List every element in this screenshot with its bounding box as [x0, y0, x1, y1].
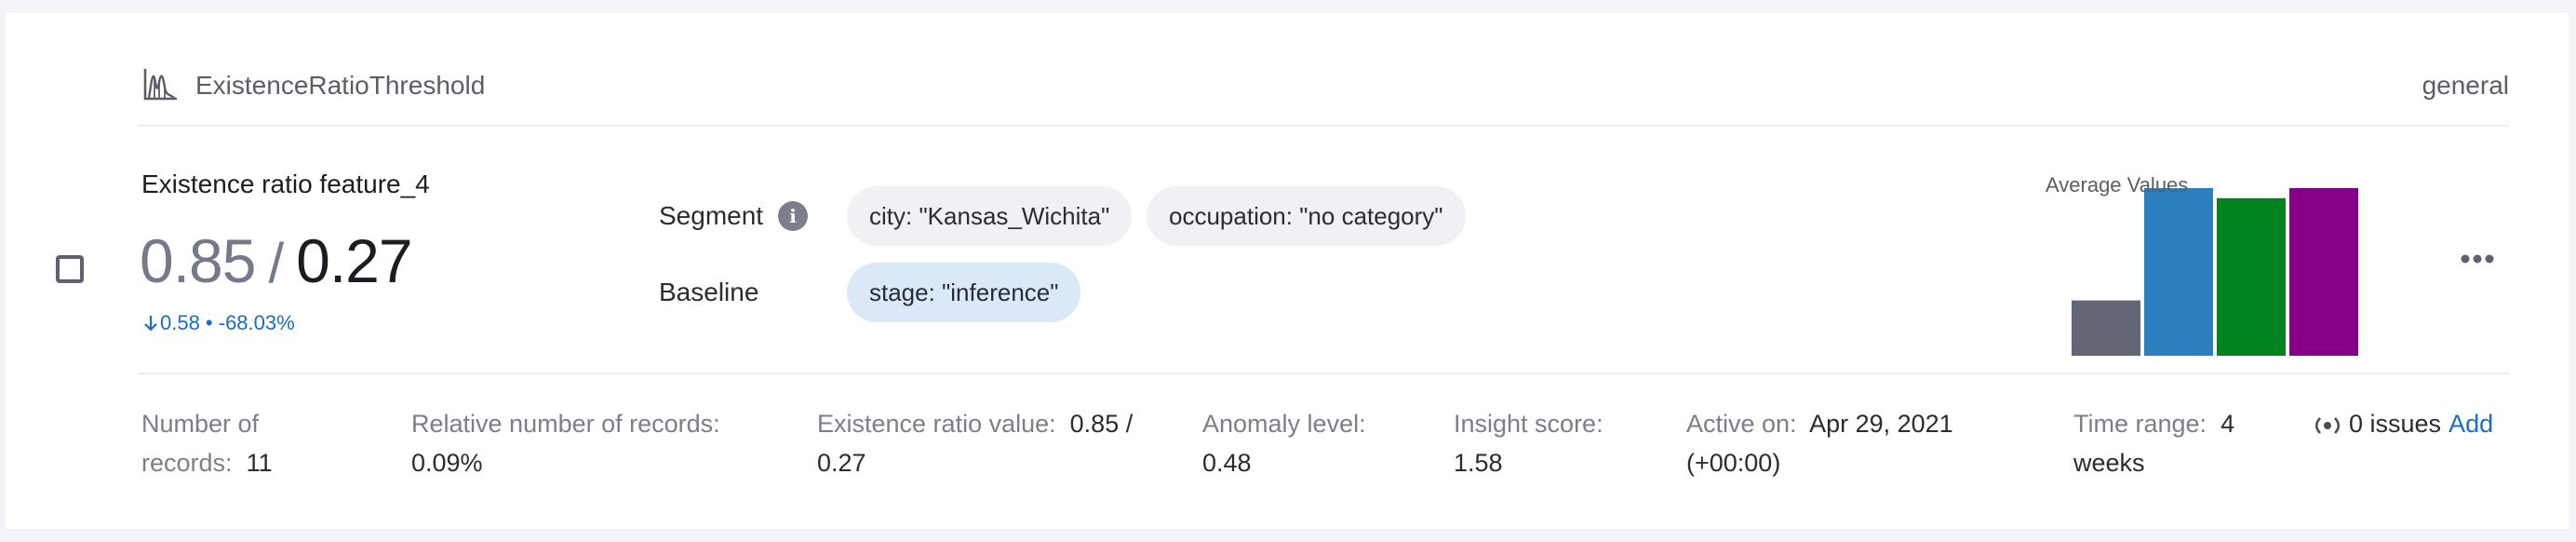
category-label: general	[2422, 71, 2509, 100]
baseline-value: 0.27	[296, 226, 412, 295]
chart-title: Average Values	[2046, 173, 2189, 196]
stat-relative-value: 0.09%	[411, 449, 483, 477]
stat-ratio: Existence ratio value: 0.85 / 0.27	[817, 404, 1171, 482]
baseline-label: Baseline	[659, 278, 759, 306]
stat-relative: Relative number of records: 0.09%	[411, 404, 784, 482]
card-header: ExistenceRatioThreshold general	[138, 48, 2509, 127]
stat-time-range: Time range: 4 weeks	[2073, 404, 2260, 482]
stat-anomaly-label: Anomaly level:	[1202, 410, 1366, 438]
stat-active: Active on: Apr 29, 2021 (+00:00)	[1686, 404, 2003, 482]
stat-records: Number of records: 11	[141, 404, 328, 482]
radio-signal-icon	[2314, 416, 2341, 434]
arrow-down-icon	[144, 316, 157, 332]
average-values-chart: Average Values	[2044, 169, 2379, 356]
segment-chip-occupation[interactable]: occupation: "no category"	[1147, 186, 1466, 246]
stat-anomaly-value: 0.48	[1202, 449, 1252, 477]
chart-bar-2	[2144, 188, 2213, 356]
select-checkbox[interactable]	[56, 255, 84, 283]
delta-change: 0.58 • -68.03%	[143, 311, 295, 335]
stat-records-label: Number of records:	[141, 410, 260, 477]
stat-records-value: 11	[246, 449, 273, 477]
chart-bar-3	[2217, 197, 2286, 356]
segment-label: Segment	[659, 201, 764, 230]
stat-time-label: Time range:	[2073, 410, 2207, 438]
issues-count: 0 issues	[2349, 410, 2442, 438]
insight-card: ExistenceRatioThreshold general Existenc…	[0, 13, 2569, 529]
segment-chip-city[interactable]: city: "Kansas_Wichita"	[847, 186, 1133, 246]
add-issue-link[interactable]: Add	[2449, 410, 2493, 438]
stat-active-label: Active on:	[1686, 410, 1797, 438]
chart-bar-1	[2072, 300, 2140, 356]
ratio-values: 0.85/0.27	[140, 225, 413, 296]
section-divider	[138, 373, 2509, 374]
stat-anomaly: Anomaly level: 0.48	[1202, 404, 1426, 482]
stat-relative-label: Relative number of records:	[411, 410, 720, 438]
info-icon[interactable]: i	[778, 201, 808, 231]
issues-section: 0 issues Add	[2312, 404, 2493, 443]
bar-chart-svg	[2072, 188, 2358, 356]
baseline-chip-stage[interactable]: stage: "inference"	[847, 263, 1081, 322]
feature-title: Existence ratio feature_4	[141, 169, 430, 198]
chart-bar-4	[2289, 188, 2358, 356]
current-value: 0.85	[140, 226, 256, 295]
stat-insight: Insight score: 1.58	[1454, 404, 1658, 482]
stat-insight-label: Insight score:	[1454, 410, 1603, 438]
stat-ratio-label: Existence ratio value:	[817, 410, 1056, 438]
more-options-icon[interactable]	[2459, 251, 2496, 266]
monitor-name: ExistenceRatioThreshold	[195, 71, 486, 100]
chart-icon	[143, 69, 177, 101]
value-separator: /	[268, 232, 284, 294]
delta-text: 0.58 • -68.03%	[160, 311, 295, 334]
stat-insight-value: 1.58	[1454, 449, 1503, 477]
